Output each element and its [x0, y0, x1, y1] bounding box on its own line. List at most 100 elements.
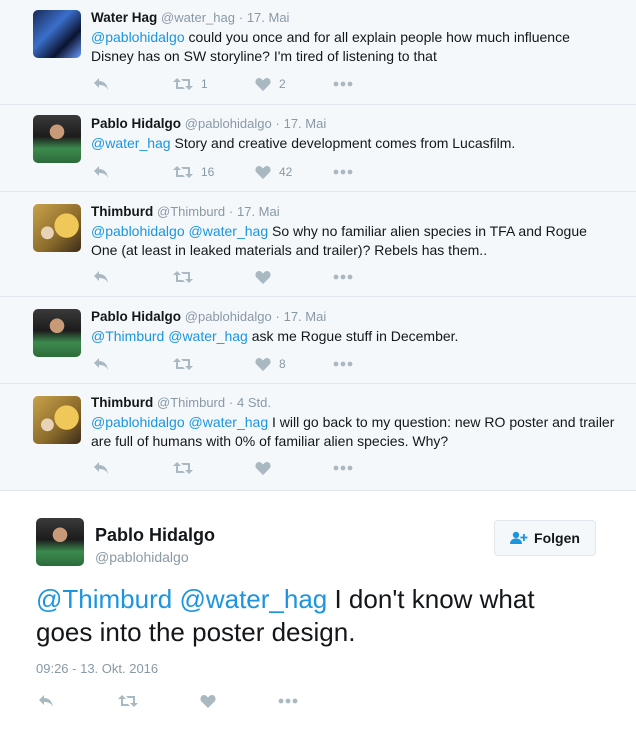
reply-button[interactable]	[93, 74, 109, 94]
more-icon	[278, 698, 298, 704]
avatar[interactable]	[33, 396, 81, 444]
mention-link[interactable]: @water_hag	[189, 414, 269, 430]
like-button[interactable]	[255, 458, 271, 478]
tweet-header: Thimburd @Thimburd · 17. Mai	[91, 203, 616, 221]
avatar[interactable]	[33, 309, 81, 357]
avatar[interactable]	[33, 204, 81, 252]
tweet-time[interactable]: 17. Mai	[284, 309, 327, 324]
reply-button[interactable]	[93, 162, 109, 182]
like-icon	[255, 358, 271, 371]
like-button[interactable]: 2	[255, 74, 286, 94]
separator-dot: ·	[275, 116, 280, 131]
tweet-header: Pablo Hidalgo @pablohidalgo · 17. Mai	[91, 308, 616, 326]
more-button[interactable]	[333, 162, 353, 182]
retweet-icon	[173, 462, 193, 474]
user-name[interactable]: Pablo Hidalgo	[91, 116, 181, 131]
avatar[interactable]	[36, 518, 84, 566]
tweet-time[interactable]: 4 Std.	[237, 395, 271, 410]
follow-user-icon	[510, 531, 528, 544]
reply-icon	[94, 78, 108, 90]
mention-link[interactable]: @water_hag	[91, 135, 171, 151]
mention-link[interactable]: @water_hag	[179, 584, 327, 614]
user-handle[interactable]: @water_hag	[161, 10, 235, 25]
more-button[interactable]	[333, 354, 353, 374]
tweet-header: Thimburd @Thimburd · 4 Std.	[91, 394, 616, 412]
mention-link[interactable]: @pablohidalgo	[91, 29, 185, 45]
user-name[interactable]: Thimburd	[91, 204, 153, 219]
reply-button[interactable]	[38, 691, 54, 711]
mention-link[interactable]: @water_hag	[168, 328, 248, 344]
like-button[interactable]: 8	[255, 354, 286, 374]
more-button[interactable]	[333, 458, 353, 478]
avatar[interactable]	[33, 10, 81, 58]
reply-button[interactable]	[93, 458, 109, 478]
separator-dot: ·	[275, 309, 280, 324]
thread-tweet[interactable]: Pablo Hidalgo @pablohidalgo · 17. Mai @T…	[0, 297, 636, 384]
more-button[interactable]	[333, 74, 353, 94]
user-handle[interactable]: @pablohidalgo	[185, 116, 272, 131]
tweet-text: @pablohidalgo @water_hag So why no famil…	[91, 222, 616, 260]
tweet-actions	[36, 691, 336, 711]
retweet-button[interactable]	[173, 458, 193, 478]
mention-link[interactable]: @pablohidalgo	[91, 414, 185, 430]
thread-tweet[interactable]: Water Hag @water_hag · 17. Mai @pablohid…	[0, 0, 636, 105]
tweet-header: Water Hag @water_hag · 17. Mai	[91, 9, 616, 27]
user-name[interactable]: Pablo Hidalgo	[95, 525, 215, 546]
reply-button[interactable]	[93, 354, 109, 374]
mention-link[interactable]: @Thimburd	[36, 584, 172, 614]
retweet-button[interactable]	[173, 267, 193, 287]
tweet-text: @Thimburd @water_hag ask me Rogue stuff …	[91, 327, 616, 346]
conversation-thread: Water Hag @water_hag · 17. Mai @pablohid…	[0, 0, 636, 490]
tweet-text: @pablohidalgo @water_hag I will go back …	[91, 413, 616, 451]
tweet-timestamp[interactable]: 09:26 - 13. Okt. 2016	[36, 661, 158, 676]
retweet-icon	[173, 271, 193, 283]
follow-label: Folgen	[534, 530, 580, 546]
avatar[interactable]	[33, 115, 81, 163]
tweet-actions: 1 2	[91, 74, 391, 94]
retweet-button[interactable]	[118, 691, 138, 711]
user-name[interactable]: Thimburd	[91, 395, 153, 410]
tweet-text-part: ask me Rogue stuff in December.	[247, 328, 459, 344]
mention-link[interactable]: @water_hag	[189, 223, 269, 239]
like-button[interactable]	[255, 267, 271, 287]
mention-link[interactable]: @pablohidalgo	[91, 223, 185, 239]
separator-dot: ·	[238, 10, 244, 25]
retweet-button[interactable]: 16	[173, 162, 214, 182]
reply-icon	[94, 358, 108, 370]
user-handle[interactable]: @pablohidalgo	[95, 549, 189, 565]
thread-tweet[interactable]: Pablo Hidalgo @pablohidalgo · 17. Mai @w…	[0, 105, 636, 192]
follow-button[interactable]: Folgen	[494, 520, 596, 556]
retweet-icon	[173, 78, 193, 90]
tweet-time[interactable]: 17. Mai	[247, 10, 290, 25]
reply-icon	[94, 271, 108, 283]
like-button[interactable]: 42	[255, 162, 292, 182]
like-icon	[255, 271, 271, 284]
tweet-time[interactable]: 17. Mai	[237, 204, 280, 219]
reply-button[interactable]	[93, 267, 109, 287]
reply-icon	[94, 166, 108, 178]
user-name[interactable]: Pablo Hidalgo	[91, 309, 181, 324]
like-button[interactable]	[200, 691, 216, 711]
more-button[interactable]	[278, 691, 298, 711]
retweet-button[interactable]: 1	[173, 74, 208, 94]
like-icon	[200, 695, 216, 708]
more-icon	[333, 169, 353, 175]
user-handle[interactable]: @Thimburd	[157, 395, 225, 410]
mention-link[interactable]: @Thimburd	[91, 328, 164, 344]
tweet-actions: 8	[91, 354, 391, 374]
tweet-time[interactable]: 17. Mai	[284, 116, 327, 131]
retweet-icon	[173, 166, 193, 178]
thread-tweet[interactable]: Thimburd @Thimburd · 4 Std. @pablohidalg…	[0, 384, 636, 490]
more-icon	[333, 81, 353, 87]
user-handle[interactable]: @Thimburd	[157, 204, 225, 219]
tweet-actions	[91, 267, 391, 287]
tweet-text: @water_hag Story and creative developmen…	[91, 134, 616, 153]
retweet-button[interactable]	[173, 354, 193, 374]
more-button[interactable]	[333, 267, 353, 287]
user-name[interactable]: Water Hag	[91, 10, 157, 25]
thread-tweet[interactable]: Thimburd @Thimburd · 17. Mai @pablohidal…	[0, 192, 636, 297]
user-handle[interactable]: @pablohidalgo	[185, 309, 272, 324]
like-icon	[255, 462, 271, 475]
like-count: 42	[279, 165, 293, 179]
separator-dot: ·	[228, 395, 234, 410]
